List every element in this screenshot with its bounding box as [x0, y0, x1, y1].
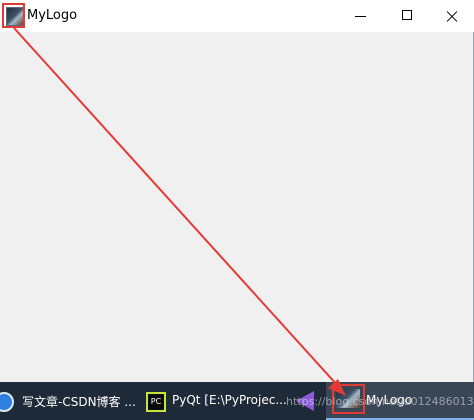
- window-title: MyLogo: [27, 8, 78, 23]
- minimize-button[interactable]: [338, 0, 384, 32]
- title-bar[interactable]: MyLogo: [0, 0, 474, 32]
- taskbar-item-csdn[interactable]: 写文章-CSDN博客 ...: [0, 382, 136, 420]
- taskbar-item-label: 写文章-CSDN博客 ...: [22, 395, 136, 409]
- annotation-highlight-box: [2, 3, 25, 28]
- csdn-browser-icon: [0, 392, 14, 412]
- app-window: MyLogo: [0, 0, 474, 382]
- taskbar-item-pyqt[interactable]: PC PyQt [E:\PyProjec...: [140, 382, 287, 420]
- pycharm-icon: PC: [146, 392, 166, 412]
- maximize-button[interactable]: [384, 0, 430, 32]
- window-client-area: [0, 32, 473, 382]
- taskbar-item-label: PyQt [E:\PyProjec...: [172, 393, 287, 407]
- close-button[interactable]: [430, 0, 474, 32]
- watermark-text: https://blog.csdn.net/u012486013: [286, 395, 474, 408]
